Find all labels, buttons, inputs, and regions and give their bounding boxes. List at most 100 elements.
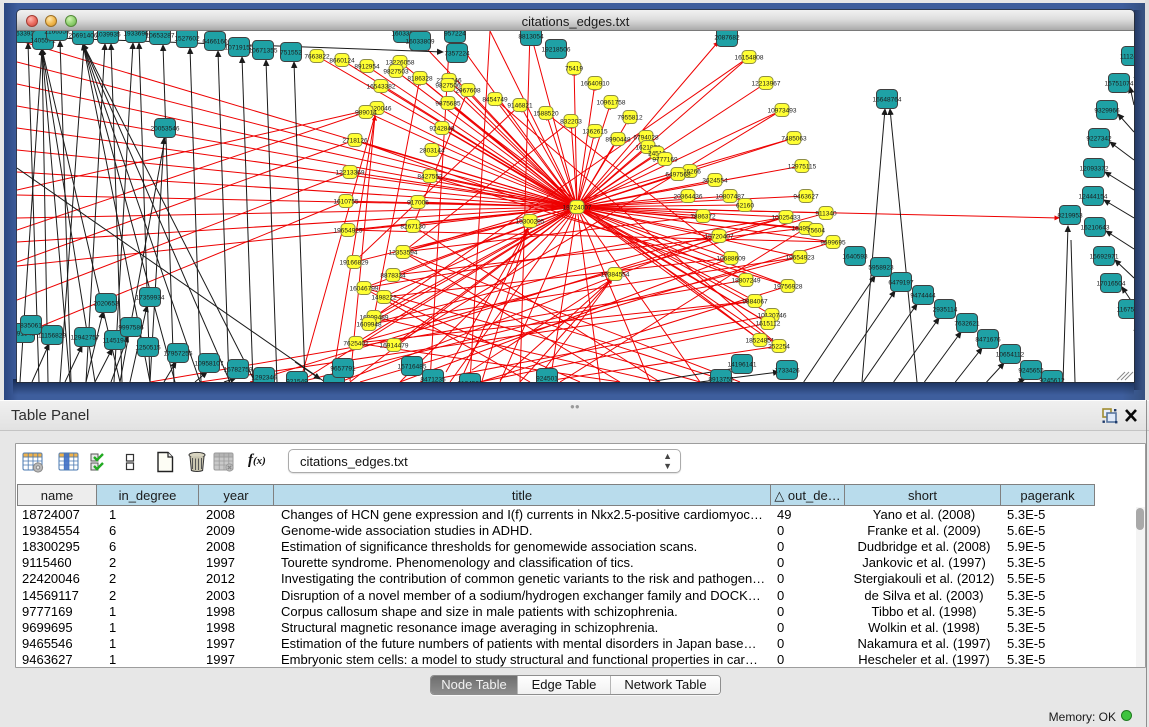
svg-text:917006: 917006 [407,200,429,207]
svg-text:9699695: 9699695 [820,240,846,247]
svg-text:924501: 924501 [536,376,558,383]
svg-text:12213369: 12213369 [336,170,365,177]
svg-text:14196141: 14196141 [728,362,757,369]
svg-text:10958107: 10958107 [195,361,224,368]
svg-text:12942757: 12942757 [71,335,100,342]
svg-text:10961758: 10961758 [597,100,626,107]
svg-text:15751074: 15751074 [1105,81,1134,88]
svg-text:1292346: 1292346 [251,375,277,382]
svg-text:8454749: 8454749 [482,97,508,104]
svg-text:75604: 75604 [807,228,825,235]
svg-text:16046799: 16046799 [350,286,379,293]
svg-text:16154808: 16154808 [735,55,764,62]
svg-text:1167533: 1167533 [1117,307,1134,314]
svg-text:751552: 751552 [280,50,302,57]
svg-text:15692971: 15692971 [1090,254,1119,261]
svg-text:8124501: 8124501 [457,381,483,383]
svg-text:7886372: 7886372 [690,214,716,221]
svg-text:9884067: 9884067 [742,299,768,306]
svg-text:9227342: 9227342 [1086,136,1112,143]
svg-text:1527602: 1527602 [174,36,200,43]
svg-text:17359934: 17359934 [136,295,165,302]
svg-text:2087682: 2087682 [714,35,740,42]
svg-text:7357224: 7357224 [444,51,470,58]
svg-text:19166829: 19166829 [340,260,369,267]
svg-text:8878334: 8878334 [380,273,406,280]
svg-text:16210643: 16210643 [1081,225,1110,232]
svg-text:9474444: 9474444 [910,293,936,300]
svg-text:1250515: 1250515 [135,345,161,352]
svg-text:1609948: 1609948 [356,322,382,329]
svg-text:19654923: 19654923 [786,255,815,262]
svg-text:9827503: 9827503 [383,69,409,76]
svg-text:2166559: 2166559 [44,31,70,36]
svg-text:7485063: 7485063 [781,136,807,143]
svg-text:2020653: 2020653 [93,301,119,308]
svg-text:15720407: 15720407 [705,234,734,241]
svg-text:3624554: 3624554 [702,178,728,185]
svg-text:1039935: 1039935 [95,32,121,39]
svg-text:8913755: 8913755 [708,377,734,383]
svg-text:1615112: 1615112 [756,321,781,328]
svg-text:9777169: 9777169 [652,157,678,164]
svg-text:75419: 75419 [565,66,583,73]
svg-text:2718126: 2718126 [342,138,368,145]
svg-text:2935114: 2935114 [933,307,958,314]
svg-text:10671355: 10671355 [249,48,278,55]
svg-text:15716485: 15716485 [398,364,427,371]
svg-text:911340: 911340 [815,211,837,218]
svg-text:1362615: 1362615 [582,129,608,136]
svg-text:9657791: 9657791 [330,366,356,373]
svg-text:9245612: 9245612 [1039,378,1065,383]
svg-text:10654112: 10654112 [996,352,1025,359]
svg-text:10653287: 10653287 [146,33,175,40]
svg-text:7625402: 7625402 [343,341,369,348]
svg-text:12975115: 12975115 [788,164,817,171]
svg-text:8912954: 8912954 [354,64,380,71]
svg-text:1610755: 1610755 [333,199,359,206]
svg-text:6479197: 6479197 [888,280,914,287]
svg-text:19218506: 19218506 [542,47,571,54]
svg-text:957224: 957224 [444,31,466,38]
svg-text:12093372: 12093372 [1080,166,1109,173]
svg-text:17016504: 17016504 [1097,281,1126,288]
svg-text:11156829: 11156829 [38,333,66,340]
svg-text:1145194: 1145194 [103,338,128,345]
svg-text:12353594: 12353594 [389,250,418,257]
svg-text:15300295: 15300295 [516,219,545,226]
svg-text:832203: 832203 [560,119,582,126]
svg-text:8427552: 8427552 [417,174,443,181]
svg-text:10688609: 10688609 [717,256,746,263]
svg-text:8990448: 8990448 [605,137,631,144]
svg-text:9242848: 9242848 [429,126,455,133]
svg-text:16543382: 16543382 [367,84,396,91]
svg-text:8186328: 8186328 [407,76,433,83]
svg-text:9146821: 9146821 [507,103,533,110]
svg-text:20364436: 20364436 [674,194,703,201]
svg-text:835061: 835061 [20,323,42,330]
svg-text:20691406: 20691406 [69,33,98,40]
svg-text:8471235: 8471235 [420,377,446,383]
svg-text:16033809: 16033809 [406,39,435,46]
svg-text:252254: 252254 [768,344,790,351]
svg-text:2803144: 2803144 [419,148,445,155]
svg-text:8267130: 8267130 [400,224,426,231]
svg-text:16640910: 16640910 [581,81,610,88]
svg-text:12213967: 12213967 [752,81,781,88]
svg-text:9997586: 9997586 [118,325,144,332]
svg-text:6497568: 6497568 [665,172,691,179]
svg-text:9329966: 9329966 [1094,108,1120,115]
svg-text:8813054: 8813054 [518,34,544,41]
svg-text:16648764: 16648764 [873,97,902,104]
svg-text:1498222: 1498222 [371,295,397,302]
svg-text:7955812: 7955812 [617,115,643,122]
svg-text:18724007: 18724007 [563,205,592,212]
svg-text:1733426: 1733426 [774,368,800,375]
svg-text:12444154: 12444154 [1079,194,1108,201]
svg-text:9245652: 9245652 [1018,368,1044,375]
svg-text:5958923: 5958923 [868,265,894,272]
svg-text:1640593: 1640593 [842,254,868,261]
svg-text:7632621: 7632621 [954,321,980,328]
svg-text:8219953: 8219953 [1057,213,1083,220]
svg-text:20053546: 20053546 [151,126,180,133]
